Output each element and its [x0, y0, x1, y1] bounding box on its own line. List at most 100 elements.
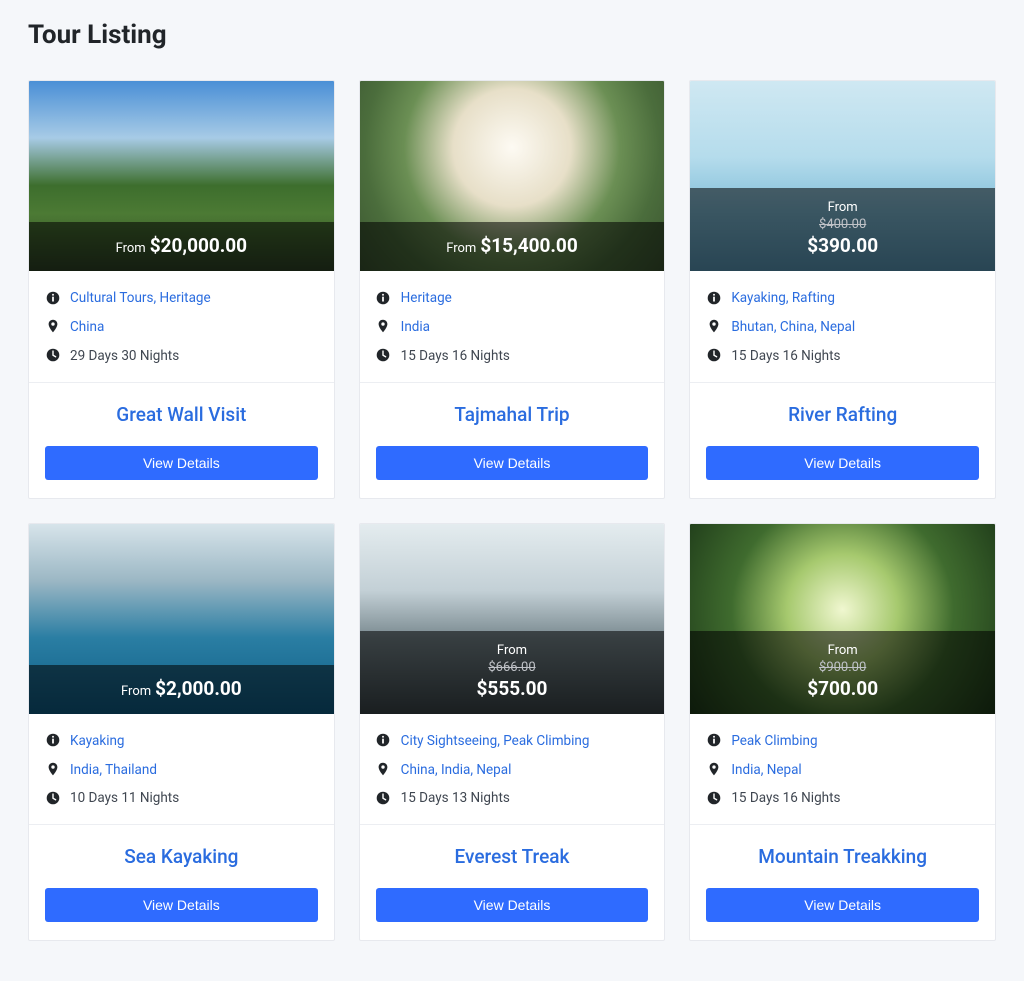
location-link[interactable]: Nepal	[476, 762, 511, 778]
view-details-button[interactable]: View Details	[45, 446, 318, 480]
clock-icon	[376, 348, 391, 363]
categories-row: Heritage	[376, 289, 649, 308]
duration-text: 10 Days 11 Nights	[70, 789, 179, 808]
card-footer: Tajmahal Trip View Details	[360, 383, 665, 498]
price-from-label: From	[698, 200, 987, 215]
tour-card: From$666.00$555.00City Sightseeing, Peak…	[359, 523, 666, 942]
tour-meta: Peak Climbing India, Nepal 15 Days 16 Nigh…	[690, 714, 995, 826]
duration-text: 29 Days 30 Nights	[70, 347, 179, 366]
clock-icon	[706, 790, 721, 805]
card-footer: River Rafting View Details	[690, 383, 995, 498]
category-link[interactable]: Heritage	[401, 290, 452, 306]
category-link[interactable]: City Sightseeing	[401, 733, 498, 749]
price-overlay: From $400.00 $390.00	[690, 188, 995, 271]
location-link[interactable]: China	[70, 319, 104, 335]
tour-meta: Heritage India 15 Days 16 Nights	[360, 271, 665, 383]
pin-icon	[706, 762, 721, 777]
price-overlay: From$20,000.00	[29, 222, 334, 271]
info-icon	[706, 733, 721, 748]
category-link[interactable]: Cultural Tours	[70, 290, 153, 306]
price-current: $390.00	[698, 234, 987, 257]
view-details-button[interactable]: View Details	[706, 888, 979, 922]
price-overlay: From$2,000.00	[29, 665, 334, 714]
locations-row: India, Nepal	[706, 761, 979, 780]
tour-title-link[interactable]: Mountain Treakking	[706, 845, 979, 868]
price-current: $555.00	[368, 677, 657, 700]
tour-title-link[interactable]: Great Wall Visit	[45, 403, 318, 426]
location-link[interactable]: Bhutan	[731, 319, 774, 335]
category-link[interactable]: Peak Climbing	[503, 733, 589, 749]
price-from-label: From	[368, 643, 657, 658]
view-details-button[interactable]: View Details	[706, 446, 979, 480]
clock-icon	[376, 790, 391, 805]
price-old: $400.00	[698, 217, 987, 232]
tour-title-link[interactable]: Everest Treak	[376, 845, 649, 868]
tour-meta: City Sightseeing, Peak ClimbingChina, In…	[360, 714, 665, 826]
location-link[interactable]: India	[441, 762, 470, 778]
clock-icon	[45, 348, 60, 363]
location-link[interactable]: Nepal	[820, 319, 855, 335]
info-icon	[45, 733, 60, 748]
location-link[interactable]: China	[780, 319, 814, 335]
tour-card: From$2,000.00 Kayaking India, Thailand 10 D…	[28, 523, 335, 942]
price-current: $15,400.00	[480, 234, 577, 257]
clock-icon	[45, 790, 60, 805]
price-old: $900.00	[698, 660, 987, 675]
location-link[interactable]: Nepal	[767, 762, 802, 778]
duration-text: 15 Days 16 Nights	[731, 347, 840, 366]
duration-row: 15 Days 16 Nights	[706, 347, 979, 366]
info-icon	[376, 733, 391, 748]
duration-row: 10 Days 11 Nights	[45, 789, 318, 808]
info-icon	[45, 290, 60, 305]
price-from-label: From	[698, 643, 987, 658]
duration-row: 15 Days 16 Nights	[376, 347, 649, 366]
location-link[interactable]: India	[731, 762, 760, 778]
page-title: Tour Listing	[28, 20, 996, 50]
categories-row: Kayaking	[45, 732, 318, 751]
tour-image: From$2,000.00	[29, 524, 334, 714]
tour-meta: Kayaking India, Thailand 10 Days 11 Nights	[29, 714, 334, 826]
duration-text: 15 Days 16 Nights	[401, 347, 510, 366]
tour-card: From$900.00$700.00Peak ClimbingIndia, Ne…	[689, 523, 996, 942]
tour-title-link[interactable]: Tajmahal Trip	[376, 403, 649, 426]
category-link[interactable]: Kayaking	[731, 290, 786, 306]
pin-icon	[376, 762, 391, 777]
duration-text: 15 Days 16 Nights	[731, 789, 840, 808]
tour-title-link[interactable]: Sea Kayaking	[45, 845, 318, 868]
category-link[interactable]: Heritage	[160, 290, 211, 306]
categories-row: Cultural Tours, Heritage	[45, 289, 318, 308]
pin-icon	[376, 319, 391, 334]
category-link[interactable]: Kayaking	[70, 733, 125, 749]
pin-icon	[706, 319, 721, 334]
category-link[interactable]: Rafting	[792, 290, 835, 306]
tour-grid: From$20,000.00Cultural Tours, HeritageCh…	[28, 80, 996, 941]
tour-card: From $400.00 $390.00 Kayaking, Rafting Bhuta…	[689, 80, 996, 499]
duration-row: 15 Days 13 Nights	[376, 789, 649, 808]
locations-row: India, Thailand	[45, 761, 318, 780]
view-details-button[interactable]: View Details	[376, 888, 649, 922]
info-icon	[706, 290, 721, 305]
tour-meta: Cultural Tours, Heritage China 29 Days 30 …	[29, 271, 334, 383]
view-details-button[interactable]: View Details	[45, 888, 318, 922]
price-from-label: From	[446, 241, 476, 256]
clock-icon	[706, 348, 721, 363]
price-overlay: From$900.00$700.00	[690, 631, 995, 714]
location-link[interactable]: Thailand	[105, 762, 157, 778]
tour-image: From$666.00$555.00	[360, 524, 665, 714]
card-footer: Mountain Treakking View Details	[690, 825, 995, 940]
card-footer: Great Wall Visit View Details	[29, 383, 334, 498]
location-link[interactable]: China	[401, 762, 435, 778]
price-from-label: From	[121, 684, 151, 699]
tour-title-link[interactable]: River Rafting	[706, 403, 979, 426]
categories-row: Kayaking, Rafting	[706, 289, 979, 308]
view-details-button[interactable]: View Details	[376, 446, 649, 480]
category-link[interactable]: Peak Climbing	[731, 733, 817, 749]
location-link[interactable]: India	[401, 319, 430, 335]
tour-image: From$900.00$700.00	[690, 524, 995, 714]
tour-image: From$20,000.00	[29, 81, 334, 271]
price-current: $20,000.00	[150, 234, 247, 257]
location-link[interactable]: India	[70, 762, 99, 778]
tour-meta: Kayaking, RaftingBhutan, China, Nepal15 …	[690, 271, 995, 383]
tour-image: From $15,400.00	[360, 81, 665, 271]
categories-row: Peak Climbing	[706, 732, 979, 751]
